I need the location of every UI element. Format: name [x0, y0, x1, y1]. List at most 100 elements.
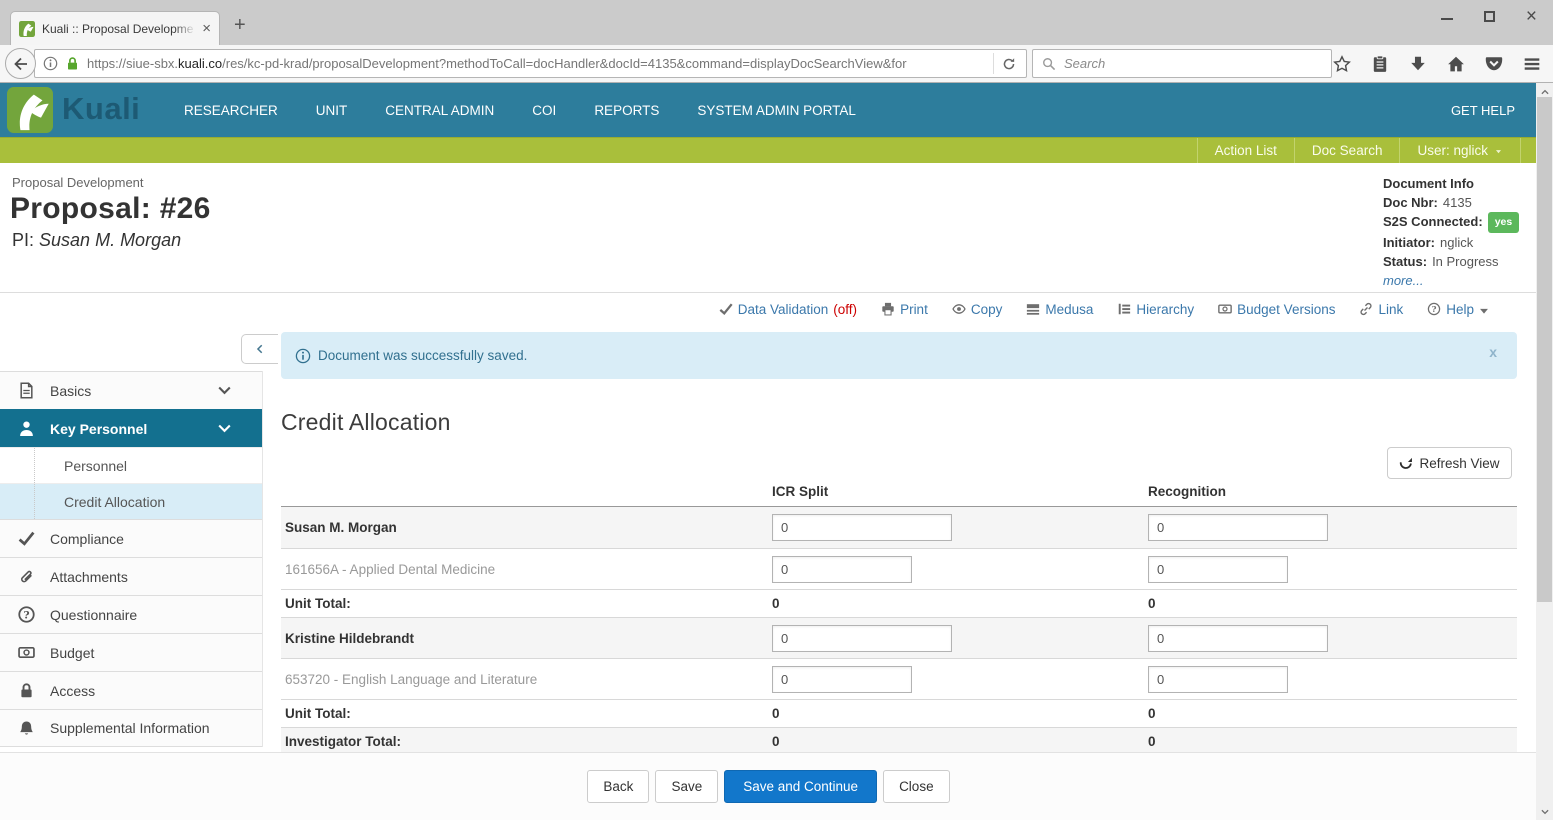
browser-toolbar: https://siue-sbx.kuali.co/res/kc-pd-krad… — [0, 45, 1553, 83]
new-tab-button[interactable]: + — [234, 15, 246, 35]
maximize-icon[interactable] — [1484, 11, 1495, 22]
search-bar[interactable] — [1032, 49, 1332, 78]
toolbar-budget-versions[interactable]: Budget Versions — [1218, 302, 1335, 317]
table-row: Susan M. Morgan — [281, 507, 1517, 548]
actionbar-user-nglick[interactable]: User: nglick — [1399, 138, 1521, 163]
icr-split-input[interactable] — [772, 556, 912, 583]
sidebar-item-personnel[interactable]: Personnel — [0, 447, 262, 483]
key-personnel-icon — [18, 420, 35, 437]
sidebar-item-basics[interactable]: Basics — [0, 371, 262, 409]
chevron-left-icon — [254, 343, 266, 355]
recognition-input[interactable] — [1148, 556, 1288, 583]
document-info: Document InfoDoc Nbr:4135S2S Connected:y… — [1383, 174, 1519, 290]
recognition-total: 0 — [1148, 700, 1156, 728]
url-text: https://siue-sbx.kuali.co/res/kc-pd-krad… — [87, 56, 989, 71]
back-button[interactable]: Back — [587, 770, 649, 803]
icr-split-input[interactable] — [772, 514, 952, 541]
minimize-icon[interactable] — [1441, 18, 1453, 20]
toolbar-copy[interactable]: Copy — [952, 302, 1003, 317]
nav-unit[interactable]: UNIT — [297, 103, 367, 118]
toolbar-medusa[interactable]: Medusa — [1026, 302, 1093, 317]
toolbar-link[interactable]: Link — [1359, 302, 1403, 317]
page-info-icon[interactable] — [43, 56, 58, 71]
scrollbar-thumb[interactable] — [1537, 97, 1552, 602]
table-row: 161656A - Applied Dental Medicine — [281, 548, 1517, 589]
nav-reports[interactable]: REPORTS — [575, 103, 678, 118]
search-input[interactable] — [1064, 56, 1322, 71]
sidebar-item-compliance[interactable]: Compliance — [0, 519, 262, 557]
medusa-icon — [1026, 302, 1040, 316]
sidebar-item-access[interactable]: Access — [0, 671, 262, 709]
expand-caret-icon — [216, 382, 233, 399]
scroll-down-icon[interactable] — [1536, 804, 1553, 819]
expand-caret-icon — [216, 420, 233, 437]
actionbar-action-list[interactable]: Action List — [1197, 138, 1294, 163]
alert-close-button[interactable]: x — [1489, 345, 1497, 359]
toolbar-data-validation[interactable]: Data Validation(off) — [719, 302, 857, 317]
reload-icon[interactable] — [1002, 57, 1016, 71]
svg-text:?: ? — [23, 608, 29, 621]
docinfo-heading: Document Info — [1383, 174, 1519, 193]
page-scrollbar[interactable] — [1536, 83, 1553, 820]
refresh-view-button[interactable]: Refresh View — [1387, 447, 1512, 479]
icr-split-input[interactable] — [772, 666, 912, 693]
sidebar-item-budget[interactable]: Budget — [0, 633, 262, 671]
sidebar-item-key-personnel[interactable]: Key Personnel — [0, 409, 262, 447]
icr-split-input[interactable] — [772, 625, 952, 652]
table-row: Unit Total:00 — [281, 589, 1517, 617]
save-and-continue-button[interactable]: Save and Continue — [724, 770, 877, 803]
menu-icon[interactable] — [1523, 55, 1541, 73]
nav-coi[interactable]: COI — [513, 103, 575, 118]
url-bar[interactable]: https://siue-sbx.kuali.co/res/kc-pd-krad… — [34, 49, 1027, 78]
nav-system-admin-portal[interactable]: SYSTEM ADMIN PORTAL — [678, 103, 875, 118]
recognition-total: 0 — [1148, 590, 1156, 618]
attachments-icon — [18, 568, 35, 585]
hierarchy-icon — [1117, 302, 1131, 316]
sidebar-item-attachments[interactable]: Attachments — [0, 557, 262, 595]
window-controls: × — [1441, 7, 1537, 25]
kuali-logo-icon[interactable] — [7, 87, 53, 133]
reading-list-icon[interactable] — [1371, 55, 1389, 73]
toolbar-hierarchy[interactable]: Hierarchy — [1117, 302, 1194, 317]
actionbar-doc-search[interactable]: Doc Search — [1294, 138, 1400, 163]
toolbar-print[interactable]: Print — [881, 302, 928, 317]
recognition-input[interactable] — [1148, 625, 1328, 652]
get-help-link[interactable]: GET HELP — [1451, 83, 1515, 137]
action-bar: Action ListDoc SearchUser: nglick — [0, 137, 1553, 163]
credit-allocation-table: ICR Split Recognition Susan M. Morgan161… — [281, 480, 1517, 755]
pi-line: PI: Susan M. Morgan — [12, 230, 181, 251]
tab-close-icon[interactable]: × — [202, 21, 211, 36]
nav-researcher[interactable]: RESEARCHER — [165, 103, 297, 118]
row-label: Kristine Hildebrandt — [285, 618, 414, 659]
save-button[interactable]: Save — [655, 770, 718, 803]
close-icon[interactable]: × — [1526, 7, 1537, 26]
nav-central-admin[interactable]: CENTRAL ADMIN — [366, 103, 513, 118]
document-header: Proposal Development Proposal: #26 PI: S… — [0, 163, 1553, 293]
more-link[interactable]: more... — [1383, 271, 1519, 290]
alert-message: Document was successfully saved. — [318, 348, 527, 363]
sidebar-collapse-button[interactable] — [241, 334, 278, 364]
pocket-icon[interactable] — [1485, 55, 1503, 73]
data-validation-icon — [719, 302, 733, 316]
downloads-icon[interactable] — [1409, 55, 1427, 73]
toolbar-help[interactable]: ?Help — [1427, 301, 1496, 318]
docinfo-status: Status:In Progress — [1383, 252, 1519, 271]
sidebar-item-credit-allocation[interactable]: Credit Allocation — [0, 483, 262, 519]
browser-tab[interactable]: Kuali :: Proposal Developme × — [10, 11, 220, 45]
footer-action-bar: BackSaveSave and ContinueClose — [0, 752, 1537, 820]
recognition-input[interactable] — [1148, 514, 1328, 541]
close-button[interactable]: Close — [883, 770, 950, 803]
help-icon: ? — [1427, 302, 1441, 316]
docinfo-initiator: Initiator:nglick — [1383, 233, 1519, 252]
home-icon[interactable] — [1447, 55, 1465, 73]
docinfo-s2s-connected: S2S Connected:yes — [1383, 212, 1519, 233]
sidebar-item-supplemental-information[interactable]: Supplemental Information — [0, 709, 262, 747]
total-label: Unit Total: — [285, 590, 351, 618]
recognition-input[interactable] — [1148, 666, 1288, 693]
column-header-icr-split: ICR Split — [772, 484, 828, 499]
sidebar-item-questionnaire[interactable]: ?Questionnaire — [0, 595, 262, 633]
back-button[interactable] — [5, 48, 36, 79]
bookmark-star-icon[interactable] — [1333, 55, 1351, 73]
brand-wordmark: Kuali — [62, 91, 140, 127]
compliance-icon — [18, 530, 35, 547]
